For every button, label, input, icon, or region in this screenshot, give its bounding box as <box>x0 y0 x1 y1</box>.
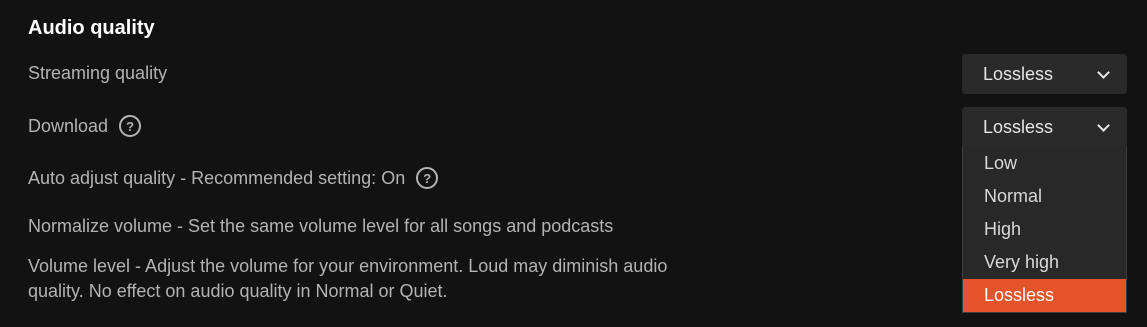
audio-quality-settings: Audio quality Streaming quality Lossless… <box>0 0 1147 327</box>
auto-adjust-label: Auto adjust quality - Recommended settin… <box>28 167 439 189</box>
download-label: Download ? <box>28 115 142 137</box>
section-title: Audio quality <box>28 17 155 39</box>
streaming-quality-value: Lossless <box>983 63 1054 84</box>
auto-adjust-text: Auto adjust quality - Recommended settin… <box>28 168 406 188</box>
help-icon[interactable]: ? <box>119 115 142 137</box>
chevron-down-icon <box>1097 65 1110 79</box>
download-quality-menu: Low Normal High Very high Lossless <box>962 147 1127 313</box>
menu-item-high[interactable]: High <box>963 213 1126 246</box>
normalize-volume-text: Normalize volume - Set the same volume l… <box>28 216 614 236</box>
download-text: Download <box>28 116 109 136</box>
menu-item-normal[interactable]: Normal <box>963 180 1126 213</box>
streaming-quality-text: Streaming quality <box>28 63 168 83</box>
download-quality-value: Lossless <box>983 116 1054 137</box>
menu-item-low[interactable]: Low <box>963 147 1126 180</box>
help-icon[interactable]: ? <box>416 167 439 189</box>
download-quality-select[interactable]: Lossless <box>962 107 1127 147</box>
menu-item-lossless[interactable]: Lossless <box>963 279 1126 312</box>
streaming-quality-label: Streaming quality <box>28 62 167 84</box>
menu-item-very-high[interactable]: Very high <box>963 246 1126 279</box>
chevron-down-icon <box>1097 118 1110 132</box>
normalize-volume-label: Normalize volume - Set the same volume l… <box>28 215 613 237</box>
streaming-quality-select[interactable]: Lossless <box>962 54 1127 94</box>
volume-level-description: Volume level - Adjust the volume for you… <box>28 256 668 301</box>
